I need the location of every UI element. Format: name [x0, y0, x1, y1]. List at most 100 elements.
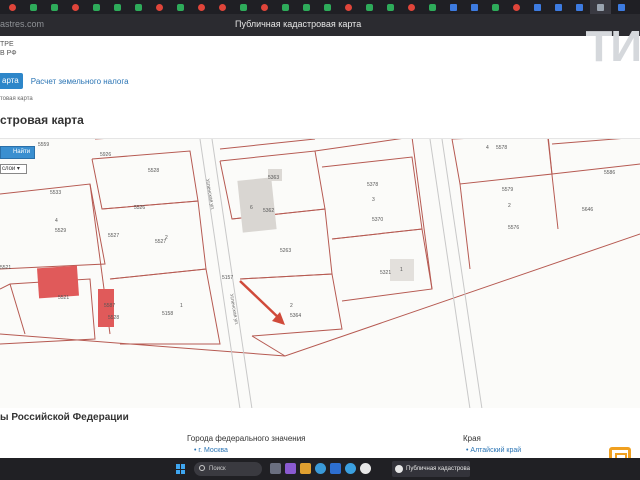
- widgets-icon[interactable]: [270, 463, 281, 474]
- cadastral-map[interactable]: 5559 5926 5528 5533 4 5529 5526 5527 2 5527 5528 51…: [0, 138, 640, 408]
- browser-tab[interactable]: [107, 0, 128, 14]
- parcel-label[interactable]: 4: [55, 218, 58, 224]
- browser-tab[interactable]: [359, 0, 380, 14]
- store-icon[interactable]: [330, 463, 341, 474]
- parcel-label[interactable]: 5157: [222, 275, 233, 281]
- browser-tab[interactable]: [191, 0, 212, 14]
- browser-tab[interactable]: [254, 0, 275, 14]
- favicon-icon: [93, 3, 100, 11]
- map-canvas[interactable]: 5559592655285533455295526552725527552851…: [0, 139, 640, 408]
- parcel-label[interactable]: 5586: [604, 170, 615, 176]
- site-header: ТРЕ В РФ: [0, 40, 17, 58]
- parcel-label[interactable]: 5579: [502, 187, 513, 193]
- layer-select[interactable]: слои ▾: [0, 164, 27, 174]
- edge-icon[interactable]: [315, 463, 326, 474]
- browser-tab[interactable]: [548, 0, 569, 14]
- parcel-label[interactable]: 5526: [134, 205, 145, 211]
- parcel-label[interactable]: 5378: [367, 182, 378, 188]
- favicon-icon: [597, 3, 604, 11]
- browser-tab[interactable]: [128, 0, 149, 14]
- browser-tab[interactable]: [464, 0, 485, 14]
- parcel-labels: 5559592655285533455295526552725527552851…: [0, 142, 615, 321]
- browser-tab[interactable]: [443, 0, 464, 14]
- browser-tab[interactable]: [485, 0, 506, 14]
- parcel-label[interactable]: 5363: [268, 175, 279, 181]
- parcel-label[interactable]: 5364: [290, 313, 301, 319]
- parcel-label[interactable]: 2: [290, 303, 293, 309]
- browser-title-bar: astres.com Публичная кадастровая карта: [0, 14, 640, 36]
- meet-icon[interactable]: [285, 463, 296, 474]
- favicon-icon: [492, 3, 499, 11]
- parcel-label[interactable]: 5529: [55, 228, 66, 234]
- parcel-label[interactable]: 5263: [280, 248, 291, 254]
- file-explorer-icon[interactable]: [300, 463, 311, 474]
- browser-tab[interactable]: [275, 0, 296, 14]
- parcel-label[interactable]: 5528: [148, 168, 159, 174]
- krai-link[interactable]: • Алтайский край: [466, 447, 521, 454]
- nav-item-map[interactable]: арта: [0, 73, 23, 89]
- address-url[interactable]: astres.com: [0, 19, 44, 29]
- parcel-label[interactable]: 5926: [100, 152, 111, 158]
- yandex-icon[interactable]: [360, 463, 371, 474]
- browser-tab[interactable]: [86, 0, 107, 14]
- parcel-label[interactable]: 5321: [380, 270, 391, 276]
- parcel-label[interactable]: 1: [400, 267, 403, 273]
- browser-tab[interactable]: [422, 0, 443, 14]
- parcel-label[interactable]: 5578: [496, 145, 507, 151]
- browser-tab[interactable]: [65, 0, 86, 14]
- browser-tab[interactable]: [611, 0, 632, 14]
- browser-tab[interactable]: [23, 0, 44, 14]
- browser-tab[interactable]: [296, 0, 317, 14]
- federal-city-link[interactable]: • г. Москва: [194, 447, 228, 454]
- parcel-label[interactable]: 5158: [162, 311, 173, 317]
- favicon-icon: [261, 3, 268, 11]
- nav-item-land-tax[interactable]: Расчет земельного налога: [31, 77, 129, 86]
- taskbar-app-label: Публичная кадастрова: [406, 466, 470, 472]
- parcel-label[interactable]: 4: [486, 145, 489, 151]
- parcel-label[interactable]: 1: [180, 303, 183, 309]
- browser-tab[interactable]: [527, 0, 548, 14]
- browser-tab[interactable]: [149, 0, 170, 14]
- favicon-icon: [366, 3, 373, 11]
- browser-tab[interactable]: [380, 0, 401, 14]
- federal-city-link-text[interactable]: г. Москва: [198, 447, 228, 454]
- parcel-label[interactable]: 5576: [508, 225, 519, 231]
- browser-tab[interactable]: [401, 0, 422, 14]
- browser-tab[interactable]: [338, 0, 359, 14]
- browser-tab[interactable]: [569, 0, 590, 14]
- parcel-label[interactable]: 5527: [108, 233, 119, 239]
- taskbar-app-cadastral[interactable]: Публичная кадастрова: [392, 461, 470, 477]
- favicon-icon: [303, 3, 310, 11]
- parcel-label[interactable]: 5521: [58, 295, 69, 301]
- favicon-icon: [513, 3, 520, 11]
- location-arrow-icon: [239, 280, 285, 325]
- favicon-icon: [534, 3, 541, 11]
- browser-tab[interactable]: [506, 0, 527, 14]
- browser-tab[interactable]: [317, 0, 338, 14]
- parcel-label[interactable]: 2: [165, 235, 168, 241]
- parcel-label[interactable]: 5528: [108, 315, 119, 321]
- parcel-label[interactable]: 5521: [0, 265, 11, 271]
- parcel-label[interactable]: 5559: [38, 142, 49, 148]
- browser-tab[interactable]: [2, 0, 23, 14]
- browser-tab[interactable]: [233, 0, 254, 14]
- breadcrumb[interactable]: товая карта: [0, 96, 33, 102]
- parcel-label[interactable]: 5587: [104, 303, 115, 309]
- parcel-label[interactable]: 5370: [372, 217, 383, 223]
- find-button[interactable]: Найти: [0, 146, 35, 159]
- street-label: Успенская ул.: [204, 178, 215, 211]
- parcel-label[interactable]: 6: [250, 205, 253, 211]
- browser-tab[interactable]: [44, 0, 65, 14]
- browser-tab[interactable]: [212, 0, 233, 14]
- browser-tab[interactable]: [590, 0, 611, 14]
- krai-link-text[interactable]: Алтайский край: [470, 447, 521, 454]
- parcel-label[interactable]: 2: [508, 203, 511, 209]
- browser-icon[interactable]: [345, 463, 356, 474]
- browser-tab[interactable]: [170, 0, 191, 14]
- parcel-label[interactable]: 5533: [50, 190, 61, 196]
- taskbar-search[interactable]: Поиск: [194, 462, 262, 476]
- windows-icon[interactable]: [176, 464, 186, 474]
- parcel-label[interactable]: 5362: [263, 208, 274, 214]
- parcel-label[interactable]: 5646: [582, 207, 593, 213]
- parcel-label[interactable]: 3: [372, 197, 375, 203]
